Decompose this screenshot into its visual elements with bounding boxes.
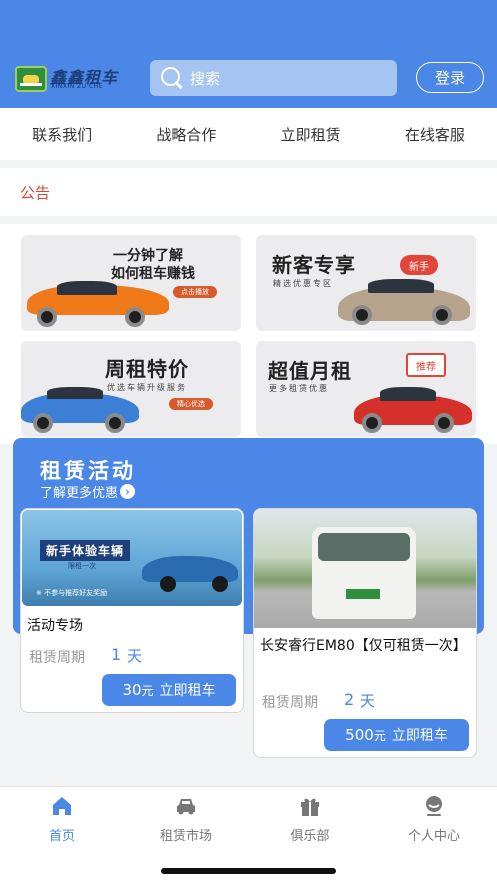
period-label: 租赁周期	[262, 695, 318, 711]
tab-profile[interactable]: 个人中心	[372, 795, 496, 844]
promo-card-weekly-rent[interactable]: 周租特价 优选车辆升级服务 精心优选	[21, 341, 241, 437]
search-placeholder: 搜索	[190, 69, 221, 88]
app-logo: 鑫鑫租车 XINXIN ZU CHE	[15, 64, 127, 98]
search-icon	[160, 66, 184, 90]
period-label: 租赁周期	[29, 650, 85, 666]
car-wheel	[105, 413, 125, 433]
new-user-badge: 新手	[400, 255, 438, 275]
tab-club[interactable]: 俱乐部	[248, 795, 372, 844]
car-wheel	[352, 305, 372, 325]
activity-more-link[interactable]: 了解更多优惠 ›	[40, 482, 136, 501]
tab-label: 租赁市场	[159, 829, 212, 844]
nav-rent-now[interactable]: 立即租赁	[249, 108, 373, 160]
promo-subtitle: 精选优惠专区	[273, 279, 333, 288]
rent-now-button[interactable]: 500 元 立即租车	[324, 719, 469, 751]
price-value: 500	[345, 726, 374, 744]
banner-note: ※ 不参与推荐好友奖励	[36, 589, 108, 597]
car-wheel	[212, 576, 228, 592]
activity-card[interactable]: 新手体验车辆 限租一次 ※ 不参与推荐好友奖励 活动专场 租赁周期 1 天 30…	[20, 508, 244, 713]
period-unit: 天	[360, 692, 376, 710]
car-icon	[175, 795, 197, 817]
promo-title-line1: 一分钟了解	[113, 248, 183, 264]
van-image	[254, 509, 476, 628]
logo-car-icon	[15, 66, 47, 92]
quick-nav: 联系我们 战略合作 立即租赁 在线客服	[0, 108, 497, 160]
promo-subtitle: 更多租赁优惠	[269, 384, 329, 393]
van-windshield	[318, 533, 410, 561]
period-value: 2	[344, 690, 355, 709]
car-wheel	[125, 307, 145, 327]
promo-title: 新客专享	[272, 253, 356, 277]
card-name: 活动专场	[27, 618, 83, 634]
recommend-badge: 推荐	[406, 353, 446, 377]
home-indicator[interactable]	[161, 868, 336, 874]
promo-card-new-customer[interactable]: 新客专享 精选优惠专区 新手	[256, 235, 476, 331]
promo-subtitle: 优选车辆升级服务	[107, 383, 187, 392]
car-wheel	[160, 576, 176, 592]
activity-card[interactable]: 长安睿行EM80【仅可租赁一次】 租赁周期 2 天 500 元 立即租车	[253, 508, 477, 758]
promo-card-monthly-rent[interactable]: 超值月租 更多租赁优惠 推荐	[256, 341, 476, 437]
rent-now-button[interactable]: 30 元 立即租车	[102, 674, 236, 706]
car-wheel	[33, 413, 53, 433]
tab-label: 首页	[48, 829, 75, 844]
car-wheel	[432, 305, 452, 325]
tab-label: 个人中心	[407, 829, 460, 844]
tab-home[interactable]: 首页	[0, 795, 124, 844]
activity-subtitle: 了解更多优惠	[40, 486, 119, 501]
van-plate	[346, 589, 380, 599]
car-window	[368, 279, 434, 293]
activity-title: 租赁活动	[40, 459, 136, 483]
rent-button-label: 立即租车	[159, 683, 216, 699]
nav-strategic-cooperation[interactable]: 战略合作	[124, 108, 248, 160]
notice-bar[interactable]: 公告	[0, 168, 497, 216]
search-input[interactable]: 搜索	[150, 60, 397, 96]
promo-title: 周租特价	[105, 357, 189, 381]
nav-contact-us[interactable]: 联系我们	[0, 108, 124, 160]
promo-title-line2: 如何租车赚钱	[111, 266, 195, 282]
price-unit: 元	[141, 683, 154, 698]
period-unit: 天	[127, 647, 143, 665]
car-window	[57, 281, 117, 295]
promo-grid: 一分钟了解 如何租车赚钱 点击播放 新客专享 精选优惠专区 新手 周租特价 优选…	[0, 224, 497, 444]
price-unit: 元	[373, 728, 386, 743]
price-value: 30	[122, 681, 142, 699]
banner-title: 新手体验车辆	[40, 540, 131, 561]
rent-button-label: 立即租车	[391, 728, 448, 744]
notice-label: 公告	[20, 184, 51, 202]
login-button[interactable]: 登录	[416, 62, 484, 93]
app-header: 鑫鑫租车 XINXIN ZU CHE 搜索 登录	[0, 0, 497, 108]
car-wheel	[362, 413, 382, 433]
promo-tag: 点击播放	[173, 286, 217, 298]
tab-rental-market[interactable]: 租赁市场	[124, 795, 248, 844]
logo-subtext: XINXIN ZU CHE	[51, 83, 104, 90]
promo-card-how-to-earn[interactable]: 一分钟了解 如何租车赚钱 点击播放	[21, 235, 241, 331]
home-icon	[51, 795, 73, 817]
car-window	[380, 387, 436, 401]
card-name: 长安睿行EM80【仅可租赁一次】	[260, 638, 467, 654]
tab-label: 俱乐部	[290, 829, 330, 844]
nav-online-service[interactable]: 在线客服	[373, 108, 497, 160]
period-value: 1	[111, 645, 122, 664]
activity-banner-image: 新手体验车辆 限租一次 ※ 不参与推荐好友奖励	[22, 510, 242, 606]
promo-tag: 精心优选	[169, 398, 213, 410]
car-wheel	[37, 307, 57, 327]
banner-subtitle: 限租一次	[68, 562, 96, 570]
promo-title: 超值月租	[268, 359, 352, 383]
car-window	[47, 387, 103, 399]
car-wheel	[434, 413, 454, 433]
chevron-right-icon: ›	[120, 484, 136, 499]
gift-icon	[299, 795, 321, 817]
user-icon	[423, 795, 445, 817]
